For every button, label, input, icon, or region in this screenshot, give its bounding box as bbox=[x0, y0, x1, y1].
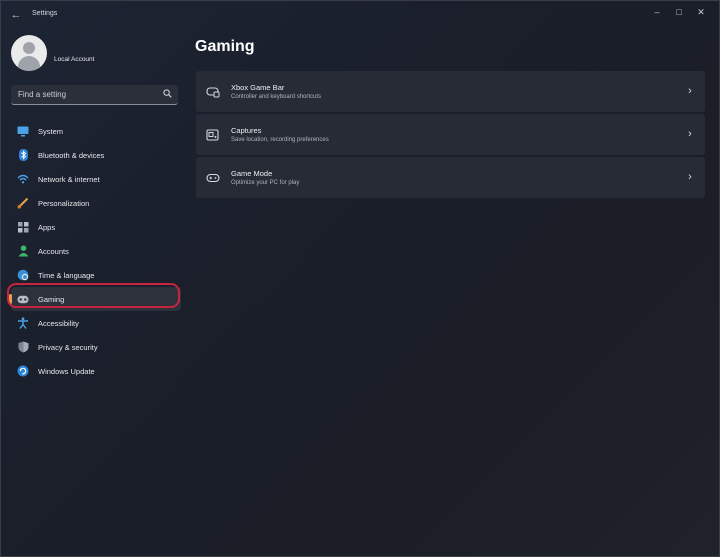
card-title: Game Mode bbox=[231, 169, 273, 178]
update-icon bbox=[17, 365, 29, 377]
person-icon bbox=[17, 245, 29, 257]
gaming-highlight-annotation bbox=[7, 283, 180, 308]
avatar[interactable] bbox=[11, 35, 47, 71]
back-button[interactable]: ← bbox=[7, 7, 25, 23]
card-captures[interactable]: Captures Save location, recording prefer… bbox=[196, 114, 705, 155]
close-button[interactable]: ✕ bbox=[691, 5, 711, 19]
sidebar-item-windows-update[interactable]: Windows Update bbox=[11, 359, 181, 383]
sidebar-item-label: Accessibility bbox=[38, 318, 79, 328]
game-mode-icon bbox=[206, 171, 220, 183]
card-subtitle: Save location, recording preferences bbox=[231, 137, 329, 143]
shield-icon bbox=[17, 341, 29, 353]
sidebar-nav: System Bluetooth & devices Network & int… bbox=[9, 119, 181, 383]
capture-icon bbox=[206, 128, 220, 141]
wifi-icon bbox=[17, 173, 29, 185]
sidebar-item-label: System bbox=[38, 126, 64, 136]
avatar-body bbox=[18, 56, 40, 71]
chevron-right-icon: › bbox=[688, 128, 692, 140]
card-subtitle: Optimize your PC for play bbox=[231, 180, 300, 186]
sidebar-item-label: Time & language bbox=[38, 270, 95, 280]
sidebar-item-label: Personalization bbox=[38, 198, 90, 208]
card-subtitle: Controller and keyboard shortcuts bbox=[231, 94, 322, 100]
sidebar-item-label: Accounts bbox=[38, 246, 69, 256]
sidebar-item-label: Windows Update bbox=[38, 366, 95, 376]
title-bar: ← Settings – □ ✕ bbox=[1, 1, 719, 29]
search-input[interactable] bbox=[18, 85, 158, 104]
sidebar-item-privacy-security[interactable]: Privacy & security bbox=[11, 335, 181, 359]
chevron-right-icon: › bbox=[688, 171, 692, 183]
sidebar-item-label: Network & internet bbox=[38, 174, 100, 184]
minimize-button[interactable]: – bbox=[647, 5, 667, 19]
bluetooth-icon bbox=[17, 149, 29, 161]
card-xbox-game-bar[interactable]: Xbox Game Bar Controller and keyboard sh… bbox=[196, 71, 705, 112]
sidebar-item-system[interactable]: System bbox=[11, 119, 181, 143]
account-name: Local Account bbox=[54, 56, 95, 63]
sidebar-item-apps[interactable]: Apps bbox=[11, 215, 181, 239]
sidebar-item-network[interactable]: Network & internet bbox=[11, 167, 181, 191]
apps-icon bbox=[17, 221, 29, 233]
card-game-mode[interactable]: Game Mode Optimize your PC for play › bbox=[196, 157, 705, 198]
sidebar-item-label: Bluetooth & devices bbox=[38, 150, 105, 160]
sidebar-item-accessibility[interactable]: Accessibility bbox=[11, 311, 181, 335]
sidebar-item-accounts[interactable]: Accounts bbox=[11, 239, 181, 263]
sidebar-item-personalization[interactable]: Personalization bbox=[11, 191, 181, 215]
search-box[interactable] bbox=[11, 85, 178, 105]
settings-window: ← Settings – □ ✕ Local Account System bbox=[0, 0, 720, 557]
sidebar-item-label: Apps bbox=[38, 222, 56, 232]
maximize-button[interactable]: □ bbox=[669, 5, 689, 19]
avatar-head bbox=[23, 42, 35, 54]
chevron-right-icon: › bbox=[688, 85, 692, 97]
globe-icon bbox=[17, 269, 29, 281]
monitor-icon bbox=[17, 125, 29, 137]
sidebar-item-label: Privacy & security bbox=[38, 342, 98, 352]
page-title: Gaming bbox=[195, 38, 255, 55]
accessibility-icon bbox=[17, 317, 29, 329]
brush-icon bbox=[17, 197, 29, 209]
card-title: Captures bbox=[231, 126, 262, 135]
game-bar-icon bbox=[206, 85, 220, 98]
profile-section[interactable]: Local Account bbox=[11, 35, 181, 75]
settings-card-list: Xbox Game Bar Controller and keyboard sh… bbox=[196, 71, 705, 200]
search-icon[interactable] bbox=[162, 89, 172, 99]
sidebar-item-bluetooth[interactable]: Bluetooth & devices bbox=[11, 143, 181, 167]
card-title: Xbox Game Bar bbox=[231, 83, 285, 92]
window-title: Settings bbox=[32, 10, 58, 17]
